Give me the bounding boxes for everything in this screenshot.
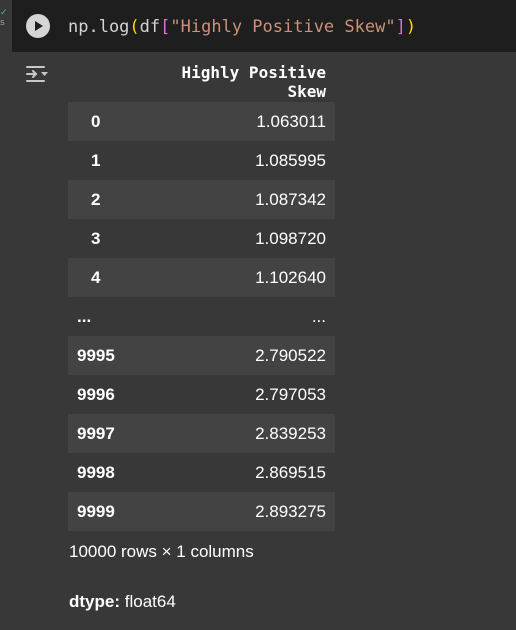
execution-status: ✓ s (0, 8, 10, 48)
execution-time: s (0, 18, 5, 28)
dtype-label: dtype: (69, 592, 120, 611)
table-row: 9998 2.869515 (68, 453, 335, 492)
row-value: 1.085995 (161, 141, 335, 180)
run-cell-button[interactable] (26, 14, 50, 38)
row-value: ... (161, 297, 335, 336)
index-header (68, 62, 161, 102)
output-actions-icon (26, 66, 48, 82)
row-index: 2 (68, 180, 161, 219)
row-index: 4 (68, 258, 161, 297)
code-open-paren: ( (129, 17, 140, 37)
table-row: 9997 2.839253 (68, 414, 335, 453)
code-close-paren: ) (405, 17, 417, 37)
dtype-line: dtype: float64 (69, 592, 176, 612)
code-function: np.log (68, 17, 130, 37)
table-row: 9999 2.893275 (68, 492, 335, 531)
row-value: 2.893275 (161, 492, 335, 531)
row-index: 9997 (68, 414, 161, 453)
column-header: Highly Positive Skew (161, 62, 335, 102)
row-index: 9996 (68, 375, 161, 414)
table-shape-summary: 10000 rows × 1 columns (69, 542, 254, 561)
table-row: 0 1.063011 (68, 102, 335, 141)
row-value: 2.790522 (161, 336, 335, 375)
check-icon: ✓ (0, 8, 8, 18)
code-cell[interactable]: np.log(df["Highly Positive Skew"]) (12, 0, 516, 52)
row-value: 1.098720 (161, 219, 335, 258)
row-index: ... (68, 297, 161, 336)
code-line[interactable]: np.log(df["Highly Positive Skew"]) (68, 16, 416, 38)
table-row: 9996 2.797053 (68, 375, 335, 414)
output-actions-button[interactable] (24, 62, 50, 86)
row-value: 2.869515 (161, 453, 335, 492)
row-index: 1 (68, 141, 161, 180)
row-value: 1.087342 (161, 180, 335, 219)
row-index: 3 (68, 219, 161, 258)
table-row: 9995 2.790522 (68, 336, 335, 375)
play-icon (35, 21, 43, 31)
row-value: 1.102640 (161, 258, 335, 297)
row-value: 2.839253 (161, 414, 335, 453)
row-index: 9998 (68, 453, 161, 492)
row-index: 9995 (68, 336, 161, 375)
table-row: 1 1.085995 (68, 141, 335, 180)
row-index: 0 (68, 102, 161, 141)
row-index: 9999 (68, 492, 161, 531)
code-object: df (139, 17, 161, 37)
row-value: 2.797053 (161, 375, 335, 414)
header-row: Highly Positive Skew (68, 62, 335, 102)
code-string: "Highly Positive Skew" (170, 17, 396, 37)
row-value: 1.063011 (161, 102, 335, 141)
table-row: 3 1.098720 (68, 219, 335, 258)
output-table: Highly Positive Skew 0 1.063011 1 1.0859… (68, 62, 335, 531)
code-open-bracket: [ (160, 17, 171, 37)
table-row: 2 1.087342 (68, 180, 335, 219)
table-row: 4 1.102640 (68, 258, 335, 297)
dtype-value: float64 (124, 592, 176, 611)
code-close-bracket: ] (395, 17, 406, 37)
notebook-page: ✓ s np.log(df["Highly Positive Skew"]) H… (0, 0, 516, 630)
table-row-ellipsis: ... ... (68, 297, 335, 336)
